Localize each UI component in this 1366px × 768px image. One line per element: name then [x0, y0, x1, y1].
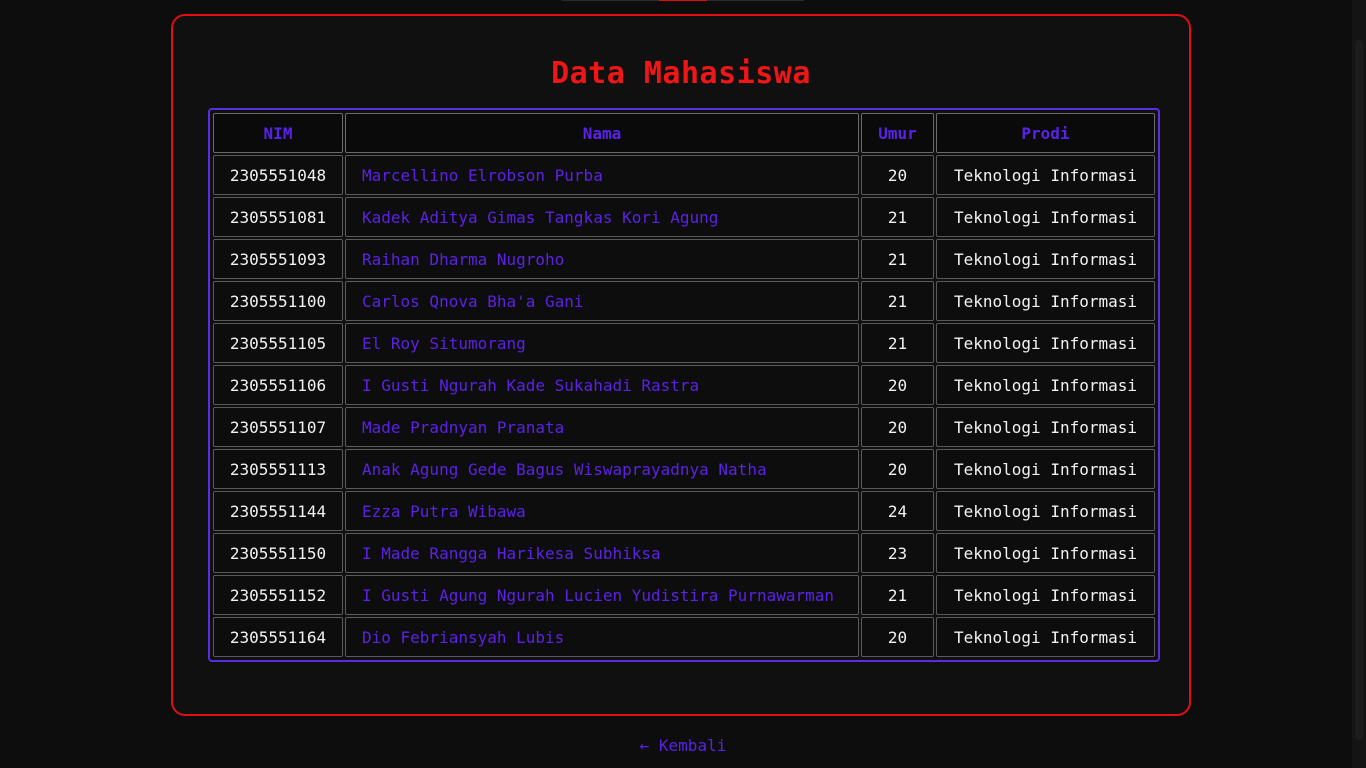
table-row: 2305551150 I Made Rangga Harikesa Subhiks… — [213, 533, 1155, 573]
cell-nama: Kadek Aditya Gimas Tangkas Kori Agung — [345, 197, 859, 237]
cell-umur: 21 — [861, 323, 934, 363]
top-nav-bar — [562, 0, 804, 1]
cell-prodi: Teknologi Informasi — [936, 323, 1155, 363]
cell-nama: Anak Agung Gede Bagus Wiswaprayadnya Nat… — [345, 449, 859, 489]
cell-umur: 20 — [861, 407, 934, 447]
table-header-row: NIM Nama Umur Prodi — [213, 113, 1155, 153]
table-row: 2305551152 I Gusti Agung Ngurah Lucien Yu… — [213, 575, 1155, 615]
table-row: 2305551106 I Gusti Ngurah Kade Sukahadi R… — [213, 365, 1155, 405]
cell-umur: 24 — [861, 491, 934, 531]
header-prodi: Prodi — [936, 113, 1155, 153]
cell-umur: 20 — [861, 449, 934, 489]
cell-prodi: Teknologi Informasi — [936, 365, 1155, 405]
header-nim: NIM — [213, 113, 343, 153]
table-row: 2305551144 Ezza Putra Wibawa 24 Teknologi I… — [213, 491, 1155, 531]
table-row: 2305551100 Carlos Qnova Bha'a Gani 21 Tekno… — [213, 281, 1155, 321]
vertical-scrollbar[interactable] — [1352, 0, 1366, 768]
table-row: 2305551113 Anak Agung Gede Bagus Wiswapra… — [213, 449, 1155, 489]
cell-prodi: Teknologi Informasi — [936, 491, 1155, 531]
cell-prodi: Teknologi Informasi — [936, 239, 1155, 279]
cell-nim: 2305551144 — [213, 491, 343, 531]
cell-prodi: Teknologi Informasi — [936, 155, 1155, 195]
cell-nama: I Gusti Ngurah Kade Sukahadi Rastra — [345, 365, 859, 405]
cell-nim: 2305551081 — [213, 197, 343, 237]
cell-umur: 20 — [861, 365, 934, 405]
cell-nim: 2305551150 — [213, 533, 343, 573]
table-row: 2305551164 Dio Febriansyah Lubis 20 Teknolo… — [213, 617, 1155, 657]
top-nav-active-indicator — [659, 0, 707, 1]
cell-prodi: Teknologi Informasi — [936, 575, 1155, 615]
table-row: 2305551048 Marcellino Elrobson Purba 20 Tek… — [213, 155, 1155, 195]
header-nama: Nama — [345, 113, 859, 153]
cell-umur: 21 — [861, 239, 934, 279]
cell-nim: 2305551048 — [213, 155, 343, 195]
cell-nim: 2305551113 — [213, 449, 343, 489]
table-row: 2305551081 Kadek Aditya Gimas Tangkas Kor… — [213, 197, 1155, 237]
cell-nim: 2305551106 — [213, 365, 343, 405]
cell-nama: El Roy Situmorang — [345, 323, 859, 363]
cell-prodi: Teknologi Informasi — [936, 449, 1155, 489]
scrollbar-thumb[interactable] — [1355, 40, 1363, 740]
cell-prodi: Teknologi Informasi — [936, 281, 1155, 321]
cell-nim: 2305551105 — [213, 323, 343, 363]
cell-nama: Marcellino Elrobson Purba — [345, 155, 859, 195]
cell-prodi: Teknologi Informasi — [936, 617, 1155, 657]
cell-nama: I Gusti Agung Ngurah Lucien Yudistira Pu… — [345, 575, 859, 615]
back-link[interactable]: ← Kembali — [0, 736, 1366, 755]
page-title: Data Mahasiswa — [551, 56, 811, 91]
cell-nama: Made Pradnyan Pranata — [345, 407, 859, 447]
table-row: 2305551107 Made Pradnyan Pranata 20 Teknolo… — [213, 407, 1155, 447]
table-row: 2305551105 El Roy Situmorang 21 Teknologi I… — [213, 323, 1155, 363]
cell-nama: Carlos Qnova Bha'a Gani — [345, 281, 859, 321]
cell-prodi: Teknologi Informasi — [936, 407, 1155, 447]
cell-umur: 21 — [861, 575, 934, 615]
student-table-container: NIM Nama Umur Prodi 2305551048 Marcellino… — [208, 108, 1160, 662]
student-table: NIM Nama Umur Prodi 2305551048 Marcellino… — [211, 111, 1157, 659]
cell-nim: 2305551093 — [213, 239, 343, 279]
cell-prodi: Teknologi Informasi — [936, 197, 1155, 237]
cell-nama: I Made Rangga Harikesa Subhiksa — [345, 533, 859, 573]
table-body: 2305551048 Marcellino Elrobson Purba 20 Tek… — [213, 155, 1155, 657]
cell-umur: 20 — [861, 155, 934, 195]
cell-nama: Dio Febriansyah Lubis — [345, 617, 859, 657]
cell-nim: 2305551164 — [213, 617, 343, 657]
cell-nim: 2305551152 — [213, 575, 343, 615]
cell-nama: Raihan Dharma Nugroho — [345, 239, 859, 279]
table-row: 2305551093 Raihan Dharma Nugroho 21 Teknolo… — [213, 239, 1155, 279]
cell-nim: 2305551107 — [213, 407, 343, 447]
content-card: Data Mahasiswa NIM Nama Umur Prodi 23055… — [171, 14, 1191, 716]
cell-umur: 20 — [861, 617, 934, 657]
cell-prodi: Teknologi Informasi — [936, 533, 1155, 573]
cell-umur: 21 — [861, 197, 934, 237]
cell-nama: Ezza Putra Wibawa — [345, 491, 859, 531]
cell-umur: 23 — [861, 533, 934, 573]
cell-umur: 21 — [861, 281, 934, 321]
header-umur: Umur — [861, 113, 934, 153]
cell-nim: 2305551100 — [213, 281, 343, 321]
